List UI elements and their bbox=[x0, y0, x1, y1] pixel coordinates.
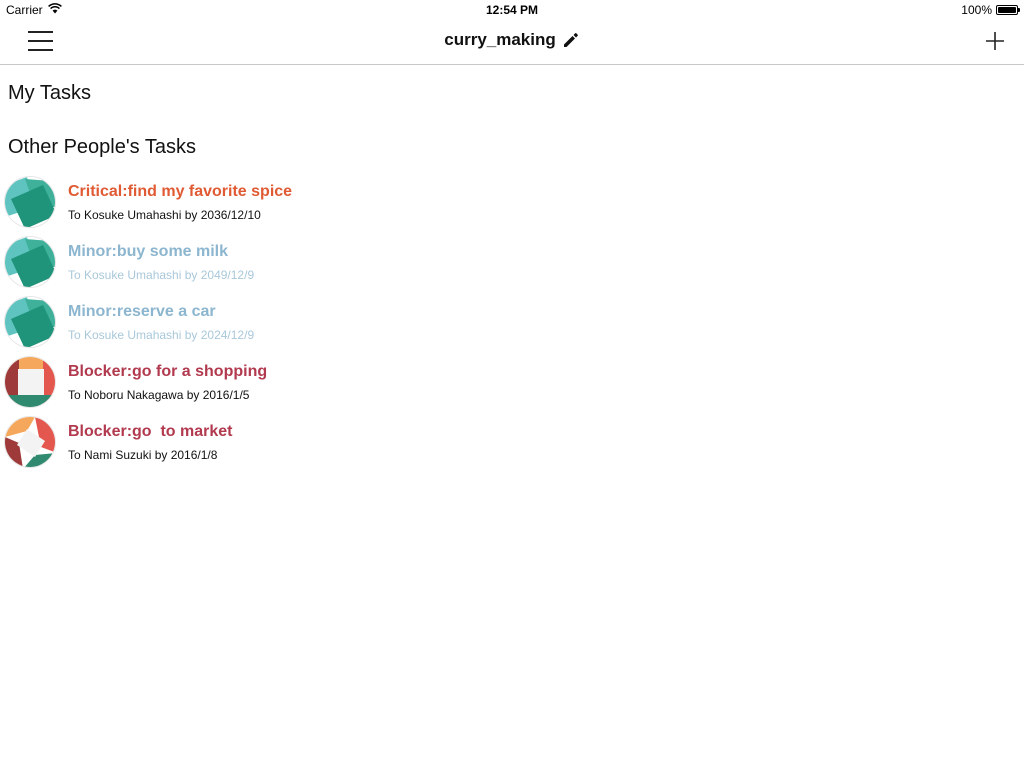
status-bar: Carrier 12:54 PM 100% bbox=[0, 0, 1024, 20]
status-time: 12:54 PM bbox=[485, 3, 539, 17]
navigation-bar: curry_making bbox=[0, 20, 1024, 65]
task-title: Blocker:go to market bbox=[68, 423, 233, 440]
battery-percent: 100% bbox=[961, 3, 992, 17]
task-assignee-due: To Kosuke Umahashi by 2024/12/9 bbox=[68, 328, 255, 342]
battery-tip bbox=[1018, 8, 1020, 12]
other-tasks-heading: Other People's Tasks bbox=[8, 136, 196, 158]
task-assignee-due: To Nami Suzuki by 2016/1/8 bbox=[68, 448, 218, 462]
assignee-avatar bbox=[4, 416, 56, 468]
task-row[interactable]: Blocker:go to market To Nami Suzuki by 20… bbox=[0, 416, 1024, 476]
battery-fill bbox=[998, 7, 1016, 13]
task-title: Minor:buy some milk bbox=[68, 243, 229, 260]
assignee-avatar bbox=[4, 356, 56, 408]
project-title[interactable]: curry_making bbox=[444, 30, 580, 50]
assignee-avatar bbox=[4, 176, 56, 228]
my-tasks-heading: My Tasks bbox=[8, 82, 91, 104]
task-row[interactable]: Blocker:go for a shopping To Noboru Nakag… bbox=[0, 356, 1024, 416]
task-row[interactable]: Minor:buy some milk To Kosuke Umahashi by… bbox=[0, 236, 1024, 296]
assignee-avatar bbox=[4, 296, 56, 348]
task-title: Minor:reserve a car bbox=[68, 303, 216, 320]
other-tasks-list: Critical:find my favorite spice To Kosuke… bbox=[0, 176, 1024, 476]
task-row[interactable]: Minor:reserve a car To Kosuke Umahashi by… bbox=[0, 296, 1024, 356]
project-title-text: curry_making bbox=[444, 30, 556, 49]
task-assignee-due: To Noboru Nakagawa by 2016/1/5 bbox=[68, 388, 250, 402]
task-title: Blocker:go for a shopping bbox=[68, 363, 268, 380]
task-assignee-due: To Kosuke Umahashi by 2049/12/9 bbox=[68, 268, 255, 282]
pencil-icon[interactable] bbox=[562, 31, 580, 49]
status-right: 100% bbox=[961, 3, 1020, 17]
task-title: Critical:find my favorite spice bbox=[68, 183, 293, 200]
assignee-avatar bbox=[4, 236, 56, 288]
task-assignee-due: To Kosuke Umahashi by 2036/12/10 bbox=[68, 208, 261, 222]
task-row[interactable]: Critical:find my favorite spice To Kosuke… bbox=[0, 176, 1024, 236]
plus-icon[interactable] bbox=[984, 30, 1006, 52]
nav-title-wrap: curry_making bbox=[0, 30, 1024, 50]
battery-icon bbox=[996, 5, 1020, 15]
